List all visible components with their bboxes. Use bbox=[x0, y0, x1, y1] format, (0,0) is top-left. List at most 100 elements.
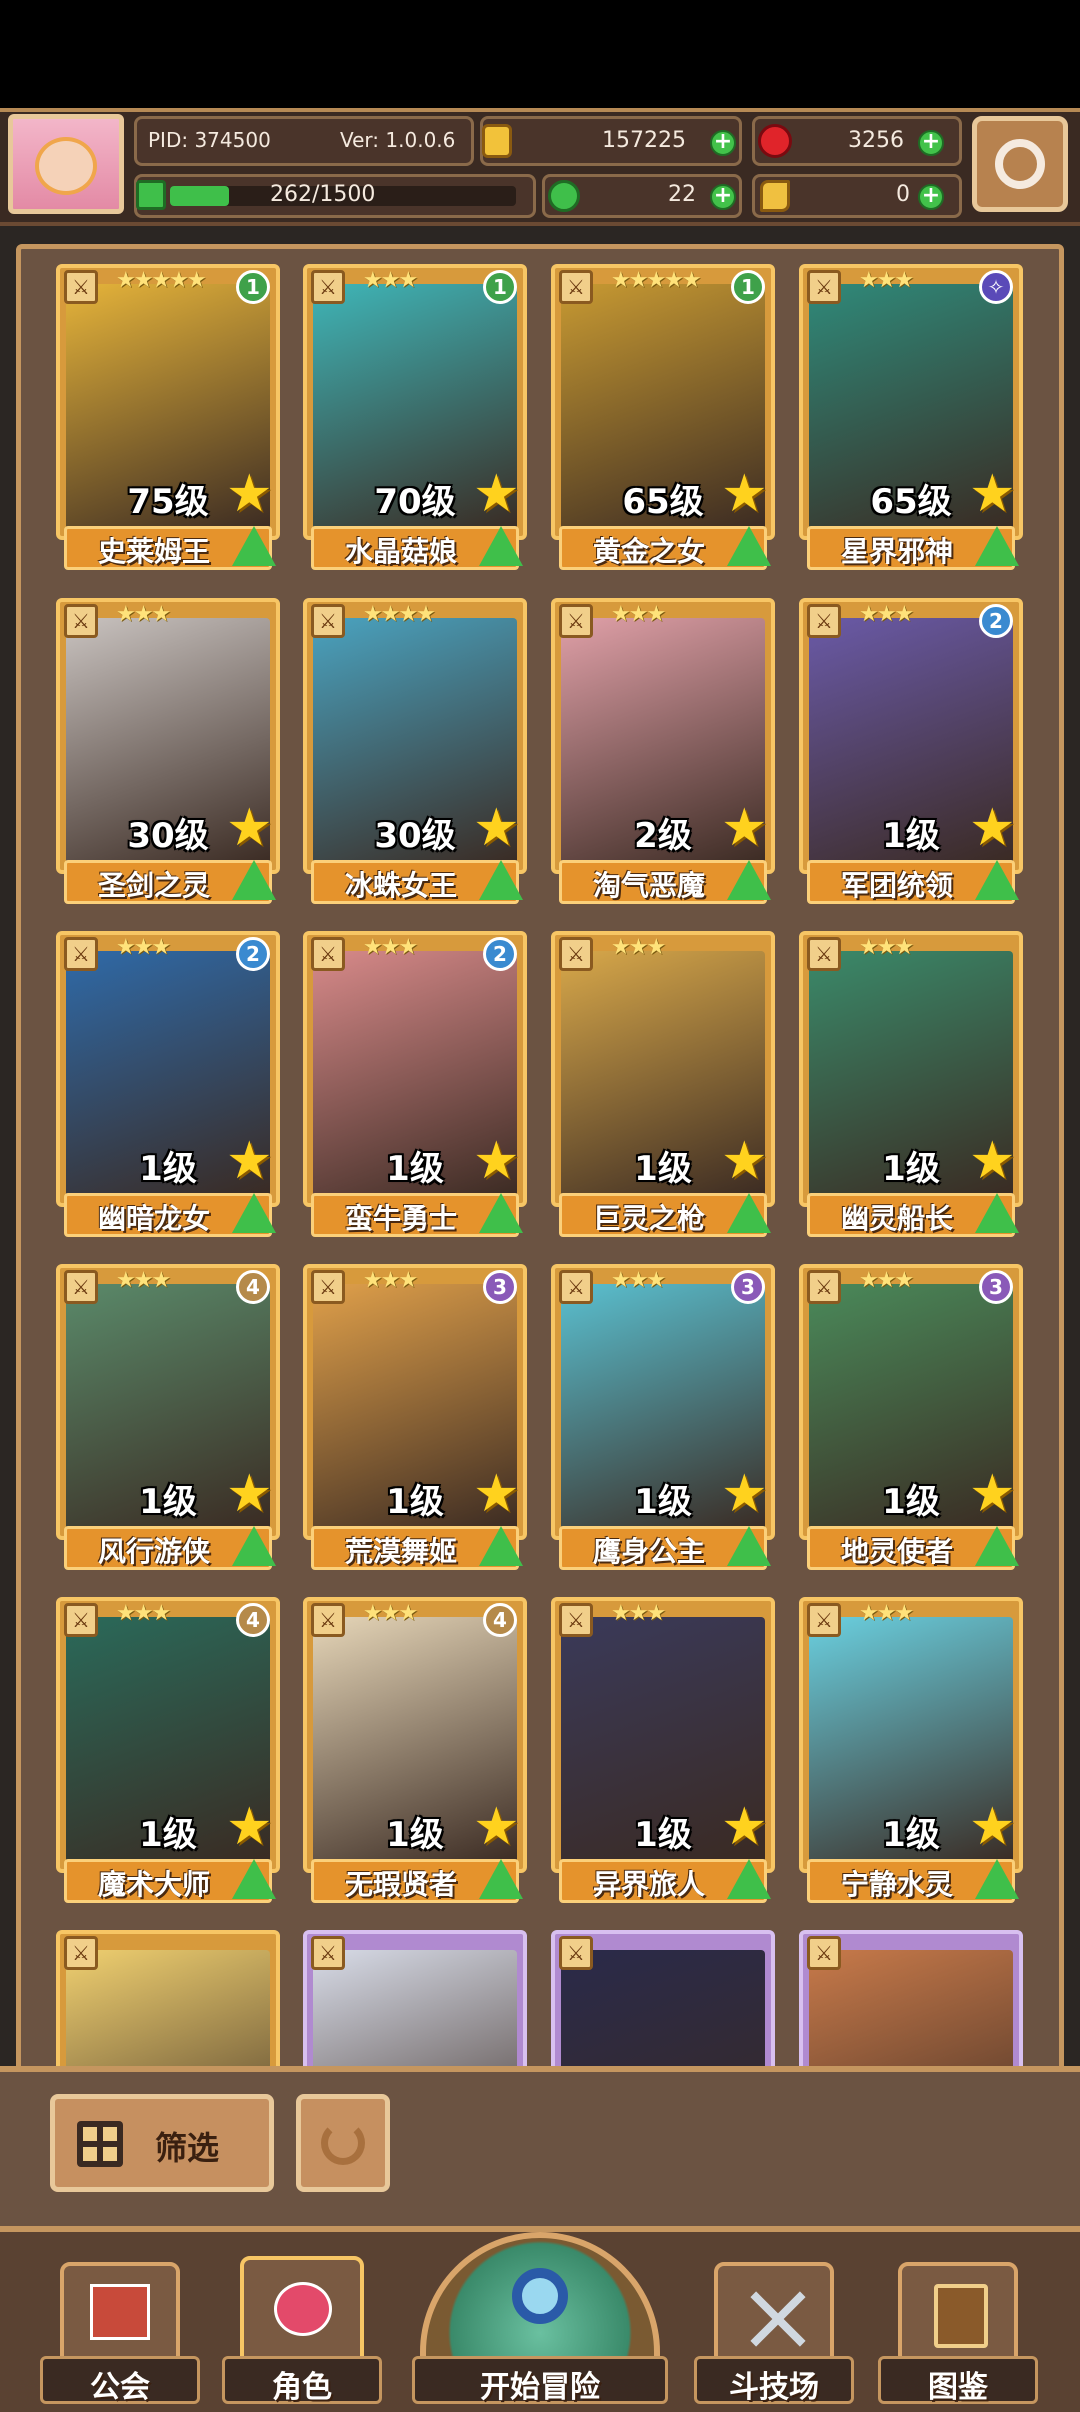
hero-card[interactable]: ⚔ ★★★ 2 1级 ★ 蛮牛勇士 bbox=[303, 931, 527, 1243]
weapon-type-icon: ⚔ bbox=[559, 1936, 593, 1970]
level-up-arrow-icon[interactable] bbox=[479, 1193, 523, 1233]
level-up-arrow-icon[interactable] bbox=[975, 1193, 1019, 1233]
star-upgrade-icon[interactable]: ★ bbox=[969, 1801, 1016, 1853]
weapon-type-icon: ⚔ bbox=[311, 1270, 345, 1304]
star-upgrade-icon[interactable]: ★ bbox=[721, 468, 768, 520]
hero-rank-badge: ✧ bbox=[979, 270, 1013, 304]
hero-card[interactable]: ⚔ ★★★ 30级 ★ 圣剑之灵 bbox=[56, 598, 280, 910]
star-upgrade-icon[interactable]: ★ bbox=[721, 1135, 768, 1187]
level-up-arrow-icon[interactable] bbox=[727, 526, 771, 566]
weapon-type-icon: ⚔ bbox=[559, 937, 593, 971]
hero-name: 魔术大师 bbox=[97, 1868, 210, 1901]
hero-rank-badge: 1 bbox=[236, 270, 270, 304]
hero-card[interactable]: ⚔ ★★★ 4 1级 ★ 魔术大师 bbox=[56, 1597, 280, 1909]
hero-card[interactable]: ⚔ ★★★ 2级 ★ 淘气恶魔 bbox=[551, 598, 775, 910]
weapon-type-icon: ⚔ bbox=[807, 1270, 841, 1304]
weapon-type-icon: ⚔ bbox=[559, 270, 593, 304]
level-up-arrow-icon[interactable] bbox=[975, 526, 1019, 566]
hero-rarity-stars: ★★★ bbox=[363, 1601, 418, 1626]
hero-card-partial[interactable]: ⚔ bbox=[799, 1930, 1023, 2066]
hero-card[interactable]: ⚔ ★★★ 3 1级 ★ 鹰身公主 bbox=[551, 1264, 775, 1576]
hero-name: 风行游侠 bbox=[97, 1535, 210, 1568]
hero-rarity-stars: ★★★ bbox=[363, 268, 418, 293]
hero-card[interactable]: ⚔ ★★★ ✧ 65级 ★ 星界邪神 bbox=[799, 264, 1023, 576]
hero-card[interactable]: ⚔ ★★★★★ 1 65级 ★ 黄金之女 bbox=[551, 264, 775, 576]
filter-label: 筛选 bbox=[155, 2129, 220, 2167]
hero-card[interactable]: ⚔ ★★★ 4 1级 ★ 无瑕贤者 bbox=[303, 1597, 527, 1909]
hero-card[interactable]: ⚔ ★★★ 3 1级 ★ 地灵使者 bbox=[799, 1264, 1023, 1576]
star-upgrade-icon[interactable]: ★ bbox=[969, 468, 1016, 520]
hero-card[interactable]: ⚔ ★★★ 1级 ★ 宁静水灵 bbox=[799, 1597, 1023, 1909]
level-up-arrow-icon[interactable] bbox=[975, 1859, 1019, 1899]
star-upgrade-icon[interactable]: ★ bbox=[473, 468, 520, 520]
hero-card[interactable]: ⚔ ★★★ 1级 ★ 异界旅人 bbox=[551, 1597, 775, 1909]
hero-card[interactable]: ⚔ ★★★ 4 1级 ★ 风行游侠 bbox=[56, 1264, 280, 1576]
hero-card-partial[interactable]: ⚔ bbox=[303, 1930, 527, 2066]
star-upgrade-icon[interactable]: ★ bbox=[473, 1135, 520, 1187]
hero-name: 蛮牛勇士 bbox=[344, 1202, 457, 1235]
star-upgrade-icon[interactable]: ★ bbox=[969, 1135, 1016, 1187]
level-up-arrow-icon[interactable] bbox=[479, 1859, 523, 1899]
hero-face-icon bbox=[274, 2282, 332, 2336]
level-up-arrow-icon[interactable] bbox=[975, 860, 1019, 900]
hero-rarity-stars: ★★★★ bbox=[363, 602, 436, 627]
hero-rank-badge: 2 bbox=[236, 937, 270, 971]
star-upgrade-icon[interactable]: ★ bbox=[226, 1801, 273, 1853]
level-up-arrow-icon[interactable] bbox=[727, 860, 771, 900]
level-up-arrow-icon[interactable] bbox=[727, 1193, 771, 1233]
weapon-type-icon: ⚔ bbox=[559, 1270, 593, 1304]
star-upgrade-icon[interactable]: ★ bbox=[721, 802, 768, 854]
hero-card[interactable]: ⚔ ★★★ 1级 ★ 幽灵船长 bbox=[799, 931, 1023, 1243]
hero-card[interactable]: ⚔ ★★★★★ 1 75级 ★ 史莱姆王 bbox=[56, 264, 280, 576]
level-up-arrow-icon[interactable] bbox=[479, 526, 523, 566]
weapon-type-icon: ⚔ bbox=[559, 604, 593, 638]
level-up-arrow-icon[interactable] bbox=[727, 1859, 771, 1899]
hero-card[interactable]: ⚔ ★★★ 1 70级 ★ 水晶菇娘 bbox=[303, 264, 527, 576]
star-upgrade-icon[interactable]: ★ bbox=[969, 802, 1016, 854]
hero-card[interactable]: ⚔ ★★★ 1级 ★ 巨灵之枪 bbox=[551, 931, 775, 1243]
level-up-arrow-icon[interactable] bbox=[232, 860, 276, 900]
star-upgrade-icon[interactable]: ★ bbox=[226, 468, 273, 520]
hero-card-partial[interactable]: ⚔ bbox=[56, 1930, 280, 2066]
hero-name: 史莱姆王 bbox=[97, 535, 210, 568]
weapon-type-icon: ⚔ bbox=[64, 604, 98, 638]
hero-rank-badge: 2 bbox=[483, 937, 517, 971]
level-up-arrow-icon[interactable] bbox=[479, 860, 523, 900]
hero-rank-badge: 1 bbox=[483, 270, 517, 304]
level-up-arrow-icon[interactable] bbox=[975, 1526, 1019, 1566]
star-upgrade-icon[interactable]: ★ bbox=[226, 1468, 273, 1520]
hero-rarity-stars: ★★★ bbox=[611, 1268, 666, 1293]
hero-card[interactable]: ⚔ ★★★ 2 1级 ★ 幽暗龙女 bbox=[56, 931, 280, 1243]
hero-card[interactable]: ⚔ ★★★ 2 1级 ★ 军团统领 bbox=[799, 598, 1023, 910]
weapon-type-icon: ⚔ bbox=[311, 1936, 345, 1970]
hero-rarity-stars: ★★★ bbox=[859, 935, 914, 960]
crossed-swords-icon bbox=[746, 2288, 808, 2350]
refresh-button[interactable] bbox=[296, 2094, 390, 2192]
star-upgrade-icon[interactable]: ★ bbox=[721, 1801, 768, 1853]
level-up-arrow-icon[interactable] bbox=[232, 1859, 276, 1899]
star-upgrade-icon[interactable]: ★ bbox=[473, 1468, 520, 1520]
filter-button[interactable]: 筛选 bbox=[50, 2094, 274, 2192]
star-upgrade-icon[interactable]: ★ bbox=[721, 1468, 768, 1520]
hero-rank-badge: 2 bbox=[979, 604, 1013, 638]
nav-guild-label: 公会 bbox=[90, 2370, 150, 2405]
magnifier-icon bbox=[512, 2268, 568, 2324]
hero-card[interactable]: ⚔ ★★★ 3 1级 ★ 荒漠舞姬 bbox=[303, 1264, 527, 1576]
level-up-arrow-icon[interactable] bbox=[232, 1193, 276, 1233]
level-up-arrow-icon[interactable] bbox=[232, 526, 276, 566]
star-upgrade-icon[interactable]: ★ bbox=[473, 802, 520, 854]
star-upgrade-icon[interactable]: ★ bbox=[226, 1135, 273, 1187]
star-upgrade-icon[interactable]: ★ bbox=[969, 1468, 1016, 1520]
hero-card[interactable]: ⚔ ★★★★ 30级 ★ 冰蛛女王 bbox=[303, 598, 527, 910]
hero-rarity-stars: ★★★ bbox=[611, 1601, 666, 1626]
hero-name: 地灵使者 bbox=[840, 1535, 953, 1568]
star-upgrade-icon[interactable]: ★ bbox=[226, 802, 273, 854]
star-upgrade-icon[interactable]: ★ bbox=[473, 1801, 520, 1853]
hero-name: 无瑕贤者 bbox=[344, 1868, 457, 1901]
level-up-arrow-icon[interactable] bbox=[479, 1526, 523, 1566]
hero-name: 黄金之女 bbox=[592, 535, 705, 568]
nav-adventure-label: 开始冒险 bbox=[480, 2370, 600, 2405]
level-up-arrow-icon[interactable] bbox=[727, 1526, 771, 1566]
hero-card-partial[interactable]: ⚔ bbox=[551, 1930, 775, 2066]
level-up-arrow-icon[interactable] bbox=[232, 1526, 276, 1566]
